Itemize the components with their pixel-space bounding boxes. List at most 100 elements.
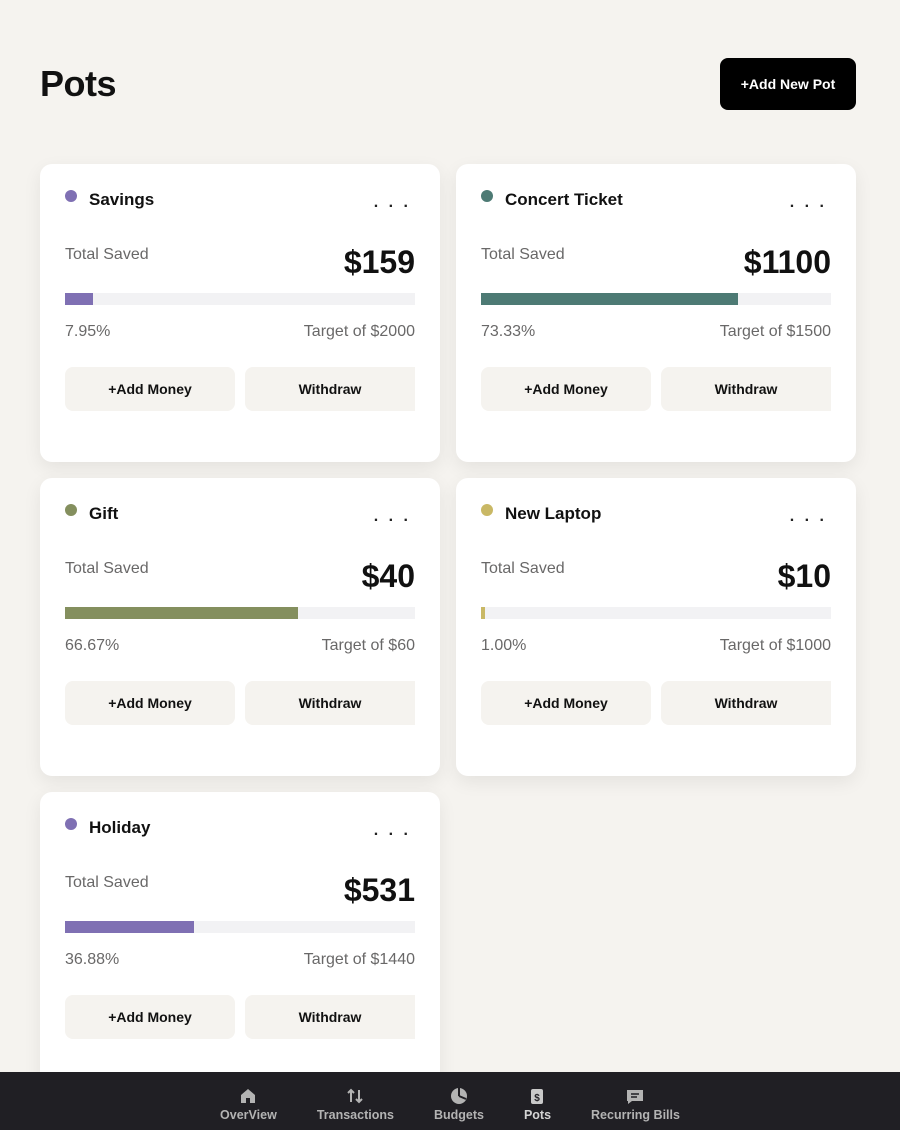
pot-actions: +Add Money Withdraw (65, 367, 415, 411)
progress-bar (481, 293, 831, 305)
page-header: Pots +Add New Pot (40, 58, 856, 110)
pots-icon: $ (531, 1089, 544, 1104)
target-amount: Target of $1000 (719, 637, 831, 654)
pot-color-dot (65, 190, 77, 202)
pot-actions: +Add Money Withdraw (481, 681, 831, 725)
page-title: Pots (40, 63, 117, 104)
pot-card-header: New Laptop . . . (481, 502, 831, 526)
nav-label: Budgets (433, 1108, 484, 1122)
progress-bar-fill (65, 921, 195, 933)
progress-bar (481, 607, 831, 619)
pots-grid: Savings . . . Total Saved $159 7.95% Tar… (40, 164, 856, 1090)
pot-actions: +Add Money Withdraw (65, 995, 415, 1039)
pot-menu-icon[interactable]: . . . (790, 502, 827, 532)
progress-percent: 7.95% (65, 323, 111, 340)
add-money-button[interactable]: +Add Money (65, 681, 235, 725)
withdraw-button[interactable]: Withdraw (661, 367, 831, 411)
pot-card: Savings . . . Total Saved $159 7.95% Tar… (40, 164, 440, 462)
total-saved-row: Total Saved $40 (65, 558, 415, 602)
progress-bar-fill (481, 293, 738, 305)
transactions-icon (347, 1088, 364, 1104)
pot-color-dot (65, 504, 77, 516)
home-icon (241, 1089, 256, 1103)
progress-meta: 73.33% Target of $1500 (481, 323, 831, 341)
target-amount: Target of $60 (321, 637, 415, 654)
progress-meta: 36.88% Target of $1440 (65, 951, 415, 969)
pot-card-header: Concert Ticket . . . (481, 188, 831, 212)
pot-name: Concert Ticket (505, 190, 623, 209)
pot-color-dot (481, 504, 493, 516)
pot-menu-icon[interactable]: . . . (374, 502, 411, 532)
pot-menu-icon[interactable]: . . . (790, 188, 827, 218)
progress-bar-fill (481, 607, 485, 619)
nav-label: Transactions (316, 1108, 394, 1122)
total-saved-label: Total Saved (65, 246, 149, 263)
progress-meta: 66.67% Target of $60 (65, 637, 415, 655)
progress-meta: 7.95% Target of $2000 (65, 323, 415, 341)
target-amount: Target of $1440 (303, 951, 415, 968)
add-new-pot-button[interactable]: +Add New Pot (720, 58, 856, 110)
progress-percent: 73.33% (481, 323, 536, 340)
pot-card: New Laptop . . . Total Saved $10 1.00% T… (456, 478, 856, 776)
progress-bar (65, 293, 415, 305)
pot-name: Holiday (89, 818, 151, 837)
nav-label: Pots (523, 1108, 552, 1122)
withdraw-button[interactable]: Withdraw (245, 681, 415, 725)
withdraw-button[interactable]: Withdraw (661, 681, 831, 725)
withdraw-button[interactable]: Withdraw (245, 367, 415, 411)
pot-color-dot (65, 818, 77, 830)
nav-item-budgets[interactable]: Budgets (434, 1086, 484, 1122)
add-money-button[interactable]: +Add Money (65, 367, 235, 411)
progress-percent: 36.88% (65, 951, 120, 968)
progress-bar (65, 607, 415, 619)
total-saved-label: Total Saved (481, 246, 565, 263)
pot-card: Concert Ticket . . . Total Saved $1100 7… (456, 164, 856, 462)
progress-percent: 1.00% (481, 637, 527, 654)
budgets-icon (450, 1088, 467, 1104)
total-saved-amount: $40 (361, 558, 415, 594)
pot-name: Savings (89, 190, 155, 209)
add-money-button[interactable]: +Add Money (65, 995, 235, 1039)
pot-card-header: Savings . . . (65, 188, 415, 212)
nav-item-transactions[interactable]: Transactions (317, 1086, 394, 1122)
pot-actions: +Add Money Withdraw (481, 367, 831, 411)
total-saved-amount: $1100 (743, 244, 831, 280)
total-saved-label: Total Saved (65, 874, 149, 891)
total-saved-label: Total Saved (481, 560, 565, 577)
bills-icon (627, 1090, 644, 1104)
target-amount: Target of $1500 (719, 323, 831, 340)
pot-menu-icon[interactable]: . . . (374, 188, 411, 218)
nav-item-pots[interactable]: $ Pots (524, 1086, 551, 1122)
pot-card-header: Holiday . . . (65, 816, 415, 840)
pot-actions: +Add Money Withdraw (65, 681, 415, 725)
pot-card: Gift . . . Total Saved $40 66.67% Target… (40, 478, 440, 776)
nav-item-overview[interactable]: OverView (220, 1086, 277, 1122)
pot-color-dot (481, 190, 493, 202)
add-money-button[interactable]: +Add Money (481, 367, 651, 411)
progress-bar (65, 921, 415, 933)
svg-text:$: $ (535, 1093, 541, 1104)
pot-card: Holiday . . . Total Saved $531 36.88% Ta… (40, 792, 440, 1090)
total-saved-row: Total Saved $531 (65, 872, 415, 916)
target-amount: Target of $2000 (303, 323, 415, 340)
pot-card-header: Gift . . . (65, 502, 415, 526)
nav-label: Recurring Bills (591, 1108, 680, 1122)
pot-name: Gift (89, 504, 119, 523)
total-saved-label: Total Saved (65, 560, 149, 577)
nav-item-recurring-bills[interactable]: Recurring Bills (591, 1086, 680, 1122)
total-saved-row: Total Saved $1100 (481, 244, 831, 288)
total-saved-amount: $159 (343, 244, 415, 280)
total-saved-row: Total Saved $10 (481, 558, 831, 602)
progress-bar-fill (65, 293, 93, 305)
progress-bar-fill (65, 607, 299, 619)
withdraw-button[interactable]: Withdraw (245, 995, 415, 1039)
pot-name: New Laptop (505, 504, 602, 523)
pot-menu-icon[interactable]: . . . (374, 816, 411, 846)
total-saved-row: Total Saved $159 (65, 244, 415, 288)
add-money-button[interactable]: +Add Money (481, 681, 651, 725)
progress-percent: 66.67% (65, 637, 120, 654)
bottom-nav: OverView Transactions Budgets $ Pots Rec… (0, 1072, 900, 1130)
nav-label: OverView (220, 1108, 277, 1122)
total-saved-amount: $10 (777, 558, 831, 594)
total-saved-amount: $531 (343, 872, 415, 908)
